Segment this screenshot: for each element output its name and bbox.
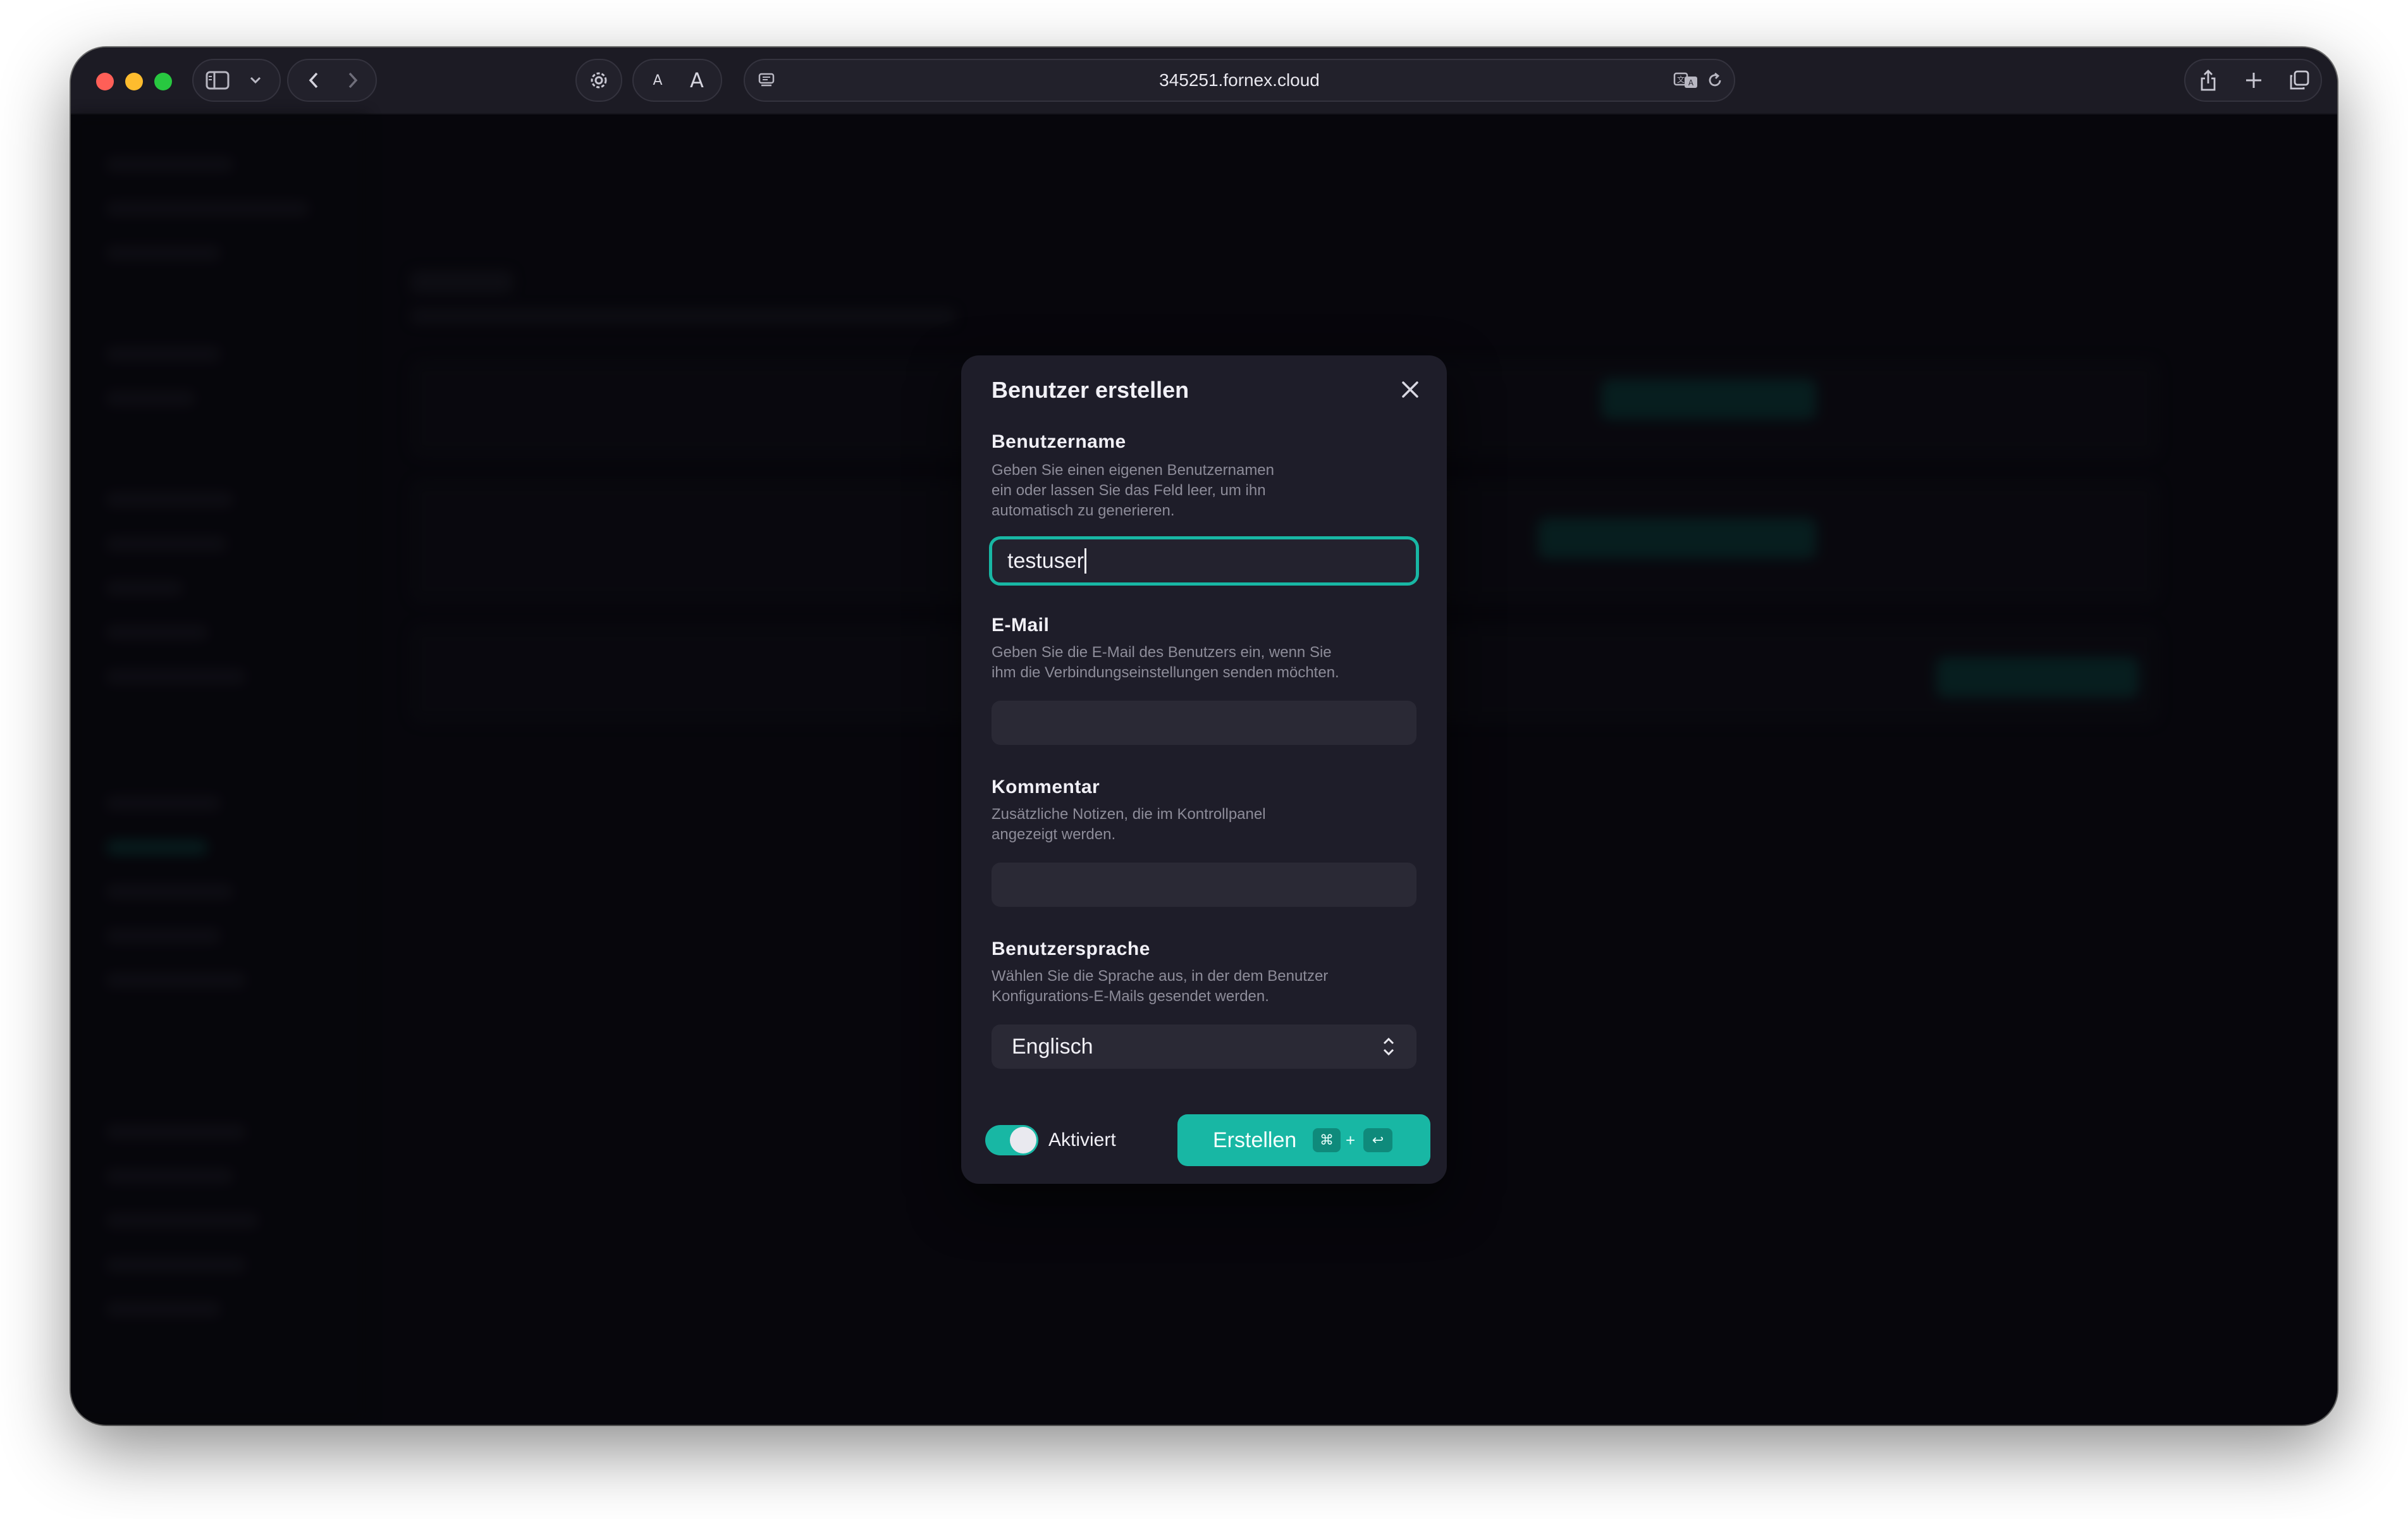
language-help: Wählen Sie die Sprache aus, in der dem B…: [992, 966, 1328, 1007]
username-text: testuser: [1007, 548, 1084, 573]
comment-help-line: angezeigt werden.: [992, 826, 1116, 843]
create-button[interactable]: Erstellen ⌘ + ↩: [1177, 1114, 1430, 1166]
text-caret: [1084, 548, 1086, 574]
tabs-icon[interactable]: [2285, 66, 2313, 94]
language-help-line: Wählen Sie die Sprache aus, in der dem B…: [992, 968, 1329, 985]
username-input[interactable]: testuser: [989, 536, 1419, 586]
command-key-badge: ⌘: [1313, 1128, 1341, 1152]
email-help: Geben Sie die E-Mail des Benutzers ein, …: [992, 643, 1339, 683]
enabled-toggle[interactable]: [985, 1125, 1038, 1155]
reload-icon[interactable]: [1702, 68, 1728, 93]
language-select[interactable]: Englisch: [992, 1024, 1416, 1069]
translate-icon[interactable]: 文A: [1672, 68, 1700, 93]
url-text: 345251.fornex.cloud: [1159, 70, 1320, 90]
settings-button[interactable]: [575, 59, 622, 102]
username-help-line: ein oder lassen Sie das Feld leer, um ih…: [992, 482, 1266, 499]
minimize-window-button[interactable]: [125, 73, 143, 90]
toggle-knob: [1010, 1127, 1036, 1153]
sidebar-icon[interactable]: [204, 68, 231, 93]
text-larger-button[interactable]: A: [684, 66, 710, 94]
updown-chevron-icon: [1376, 1033, 1401, 1060]
shortcut-plus: +: [1346, 1130, 1356, 1150]
comment-help-line: Zusätzliche Notizen, die im Kontrollpane…: [992, 806, 1266, 823]
text-smaller-button[interactable]: A: [645, 69, 670, 92]
username-help-line: automatisch zu generieren.: [992, 502, 1175, 519]
language-selected-value: Englisch: [1012, 1034, 1093, 1059]
reader-text-size-group: A A: [632, 59, 722, 102]
navigation-group: [287, 59, 377, 102]
language-label: Benutzersprache: [992, 938, 1150, 959]
email-field[interactable]: [992, 701, 1416, 745]
zoom-window-button[interactable]: [154, 73, 172, 90]
dialog-title: Benutzer erstellen: [992, 377, 1189, 403]
svg-text:A: A: [1688, 78, 1694, 87]
create-button-label: Erstellen: [1213, 1128, 1297, 1152]
username-help-line: Geben Sie einen eigenen Benutzernamen: [992, 462, 1274, 479]
close-icon[interactable]: [1398, 377, 1423, 402]
email-label: E-Mail: [992, 615, 1050, 636]
username-value: testuser: [1007, 539, 1086, 582]
language-help-line: Konfigurations-E-Mails gesendet werden.: [992, 988, 1269, 1005]
comment-help: Zusätzliche Notizen, die im Kontrollpane…: [992, 804, 1266, 845]
enabled-toggle-label: Aktiviert: [1048, 1129, 1116, 1150]
browser-window: A A 345251.fornex.cloud 文A Benutzer erst…: [71, 47, 2337, 1425]
close-window-button[interactable]: [96, 73, 114, 90]
enter-key-badge: ↩: [1363, 1128, 1392, 1152]
share-icon[interactable]: [2194, 66, 2222, 94]
svg-text:文: 文: [1677, 75, 1685, 84]
username-help: Geben Sie einen eigenen Benutzernamen ei…: [992, 460, 1274, 521]
browser-toolbar: A A 345251.fornex.cloud 文A: [71, 47, 2337, 114]
window-actions-group: [2184, 59, 2322, 102]
sidebar-toggle-group[interactable]: [192, 59, 281, 102]
email-help-line: Geben Sie die E-Mail des Benutzers ein, …: [992, 644, 1332, 661]
gear-icon: [586, 68, 611, 93]
forward-icon[interactable]: [340, 68, 366, 93]
comment-field[interactable]: [992, 863, 1416, 907]
plus-icon[interactable]: [2240, 66, 2268, 94]
back-icon[interactable]: [301, 68, 326, 93]
email-help-line: ihm die Verbindungseinstellungen senden …: [992, 664, 1339, 681]
username-label: Benutzername: [992, 431, 1126, 452]
comment-label: Kommentar: [992, 777, 1100, 797]
create-user-dialog: Benutzer erstellen Benutzername Geben Si…: [961, 355, 1447, 1184]
chevron-down-icon[interactable]: [243, 68, 268, 93]
address-bar[interactable]: 345251.fornex.cloud 文A: [744, 59, 1735, 102]
